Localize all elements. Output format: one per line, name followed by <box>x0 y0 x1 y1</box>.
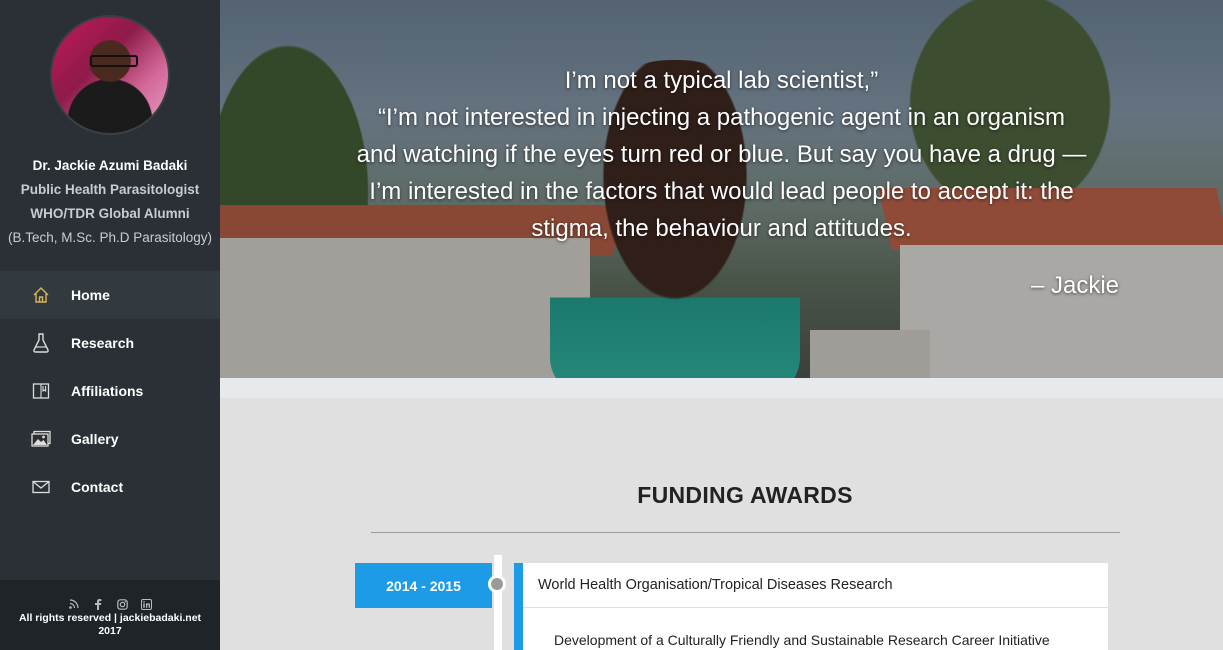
quote-line: I’m interested in the factors that would… <box>369 178 1074 205</box>
gallery-icon <box>31 429 51 449</box>
profile-degrees: (B.Tech, M.Sc. Ph.D Parasitology) <box>7 230 213 245</box>
flask-icon <box>31 333 51 353</box>
quote-line: stigma, the behaviour and attitudes. <box>531 215 912 242</box>
nav-item-contact[interactable]: Contact <box>0 463 220 511</box>
profile-affiliation: WHO/TDR Global Alumni <box>30 206 190 221</box>
nav-item-gallery[interactable]: Gallery <box>0 415 220 463</box>
linkedin-icon[interactable] <box>140 598 152 610</box>
quote-line: I’m not a typical lab scientist,” <box>564 67 879 94</box>
instagram-icon[interactable] <box>116 598 128 610</box>
award-organization: World Health Organisation/Tropical Disea… <box>523 563 1108 608</box>
nav-label-contact: Contact <box>71 479 124 495</box>
section-title-funding: FUNDING AWARDS <box>637 482 853 508</box>
quote-author: – Jackie <box>1030 272 1119 299</box>
copyright-text: All rights reserved | jackiebadaki.net <box>18 612 202 624</box>
mail-icon <box>31 477 51 497</box>
nav-item-affiliations[interactable]: Affiliations <box>0 367 220 415</box>
avatar <box>50 15 170 135</box>
quote-line: “I’m not interested in injecting a patho… <box>377 104 1066 131</box>
timeline-year-badge: 2014 - 2015 <box>355 563 492 608</box>
book-icon <box>31 381 51 401</box>
nav-label-gallery: Gallery <box>71 431 119 447</box>
hero-banner: I’m not a typical lab scientist,” “I’m n… <box>220 0 1223 378</box>
award-card: World Health Organisation/Tropical Disea… <box>514 563 1108 650</box>
social-links <box>0 580 220 612</box>
sidebar-footer: All rights reserved | jackiebadaki.net 2… <box>0 580 220 650</box>
main-nav: Home Research Affiliations Gallery Conta… <box>0 271 220 511</box>
timeline-line <box>494 555 502 650</box>
nav-item-research[interactable]: Research <box>0 319 220 367</box>
profile-info: Dr. Jackie Azumi Badaki Public Health Pa… <box>0 154 220 250</box>
rss-icon[interactable] <box>68 598 80 610</box>
quote-line: and watching if the eyes turn red or blu… <box>356 141 1087 168</box>
hero-quote: I’m not a typical lab scientist,” “I’m n… <box>220 62 1223 247</box>
hero-bottom-strip <box>220 378 1223 398</box>
award-description: Development of a Culturally Friendly and… <box>554 632 1050 648</box>
home-icon <box>31 285 51 305</box>
nav-label-research: Research <box>71 335 135 351</box>
profile-title: Public Health Parasitologist <box>20 182 200 197</box>
section-divider <box>371 532 1120 533</box>
nav-item-home[interactable]: Home <box>0 271 220 319</box>
copyright-year: 2017 <box>98 625 122 637</box>
nav-label-home: Home <box>71 287 110 303</box>
facebook-icon[interactable] <box>92 598 104 610</box>
nav-label-affiliations: Affiliations <box>71 383 144 399</box>
timeline-dot <box>488 575 506 593</box>
sidebar: Dr. Jackie Azumi Badaki Public Health Pa… <box>0 0 220 650</box>
profile-name: Dr. Jackie Azumi Badaki <box>32 158 188 173</box>
